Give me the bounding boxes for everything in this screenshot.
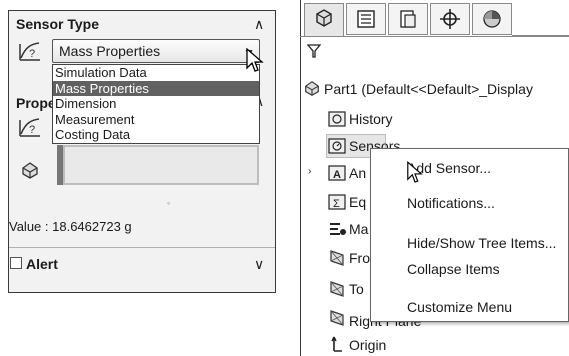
history-icon [328, 111, 346, 127]
section-divider [9, 247, 275, 248]
sensor-type-title: Sensor Type [16, 16, 99, 32]
alert-label: Alert [26, 256, 58, 272]
menu-item-collapse-items[interactable]: Collapse Items [407, 261, 500, 277]
option-mass-properties[interactable]: Mass Properties [53, 80, 259, 96]
expand-arrow-icon[interactable]: › [308, 166, 311, 177]
tab-display-manager[interactable] [472, 3, 512, 35]
top-plane-icon [330, 281, 344, 297]
tree-item-annotations[interactable]: An [349, 162, 366, 184]
dimxpert-icon [440, 9, 460, 29]
svg-text:?: ? [29, 48, 35, 60]
right-plane-icon [330, 310, 344, 326]
properties-sensor-icon: ? [19, 118, 40, 137]
selected-entities-box[interactable] [63, 145, 259, 185]
display-manager-icon [483, 10, 501, 28]
tree-item-origin[interactable]: Origin [349, 334, 386, 356]
tab-feature-manager[interactable] [304, 3, 344, 36]
part-icon [22, 162, 38, 179]
annotations-icon: A [328, 165, 346, 181]
option-measurement[interactable]: Measurement [53, 112, 259, 128]
material-icon [330, 223, 346, 235]
mouse-cursor-icon [407, 161, 423, 183]
sensor-type-select[interactable]: Mass Properties ▼ [52, 39, 260, 63]
expand-chevron-icon[interactable]: ∨ [254, 256, 264, 273]
sensor-type-selected-value: Mass Properties [59, 43, 161, 59]
tree-item-history[interactable]: History [349, 108, 393, 130]
part-root-icon [305, 80, 319, 96]
svg-text:A: A [333, 169, 341, 181]
feature-manager-icon [316, 9, 332, 27]
context-menu: Add Sensor... Notifications... Hide/Show… [370, 148, 569, 322]
mouse-cursor-icon [246, 48, 264, 72]
menu-item-customize-menu[interactable]: Customize Menu [407, 299, 512, 315]
collapse-chevron-icon[interactable]: ∧ [254, 16, 264, 33]
menu-item-hide-show-tree-items[interactable]: Hide/Show Tree Items... [407, 235, 556, 251]
tab-configuration-manager[interactable] [388, 3, 428, 35]
front-plane-icon [330, 250, 344, 266]
tree-item-equations[interactable]: Eq [349, 191, 366, 213]
configuration-manager-icon [400, 10, 416, 28]
property-manager-icon [357, 10, 375, 28]
tree-root-part1[interactable]: Part1 (Default<<Default>_Display [324, 78, 533, 100]
properties-title: Prope [16, 95, 56, 111]
filter-bar [300, 36, 569, 67]
mass-value: Value : 18.6462723 g [9, 219, 132, 234]
menu-item-notifications[interactable]: Notifications... [407, 195, 495, 211]
origin-icon [331, 336, 342, 352]
tree-item-material[interactable]: Ma [349, 218, 368, 240]
sensors-icon [328, 138, 346, 154]
alert-checkbox[interactable] [10, 257, 22, 269]
svg-text:?: ? [29, 124, 35, 136]
option-costing-data[interactable]: Costing Data [53, 127, 259, 143]
resize-handle-icon[interactable]: ◦ [167, 198, 170, 208]
option-dimension[interactable]: Dimension [53, 96, 259, 112]
sensor-type-icon: ? [19, 42, 40, 61]
tree-item-front-plane[interactable]: Fro [349, 247, 370, 269]
sensor-type-dropdown-list: Simulation Data Mass Properties Dimensio… [52, 64, 260, 144]
equations-icon: Σ [328, 194, 346, 210]
tab-property-manager[interactable] [346, 3, 386, 35]
filter-icon[interactable] [307, 44, 321, 58]
tree-item-top-plane[interactable]: To [349, 278, 364, 300]
option-simulation-data[interactable]: Simulation Data [53, 65, 259, 81]
svg-text:Σ: Σ [333, 198, 340, 210]
tab-dimxpert[interactable] [430, 3, 470, 35]
